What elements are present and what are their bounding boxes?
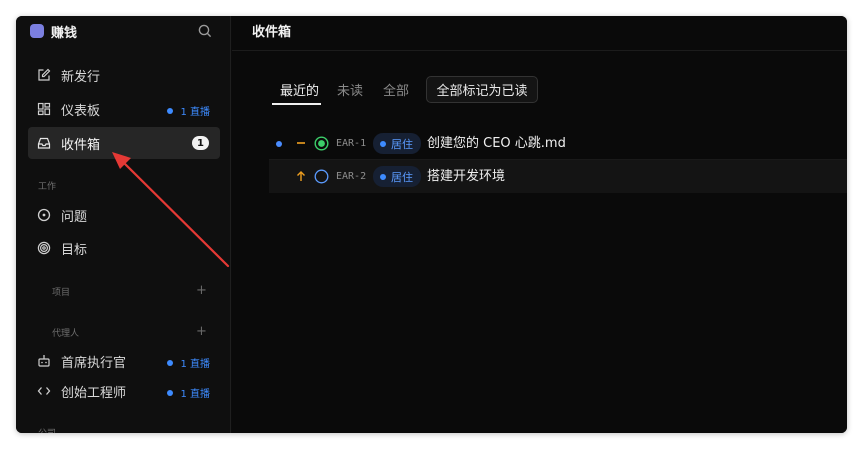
section-label-work: 工作	[38, 182, 57, 192]
sidebar: 赚钱 新发行 仪表板 1 直播 收件箱 1 工作 问题 目标 项目 + 代理人 …	[16, 16, 231, 433]
live-dot	[167, 389, 174, 396]
inbox-icon	[37, 136, 51, 150]
live-dot	[167, 359, 174, 366]
tab-recent[interactable]: 最近的	[280, 80, 319, 99]
app-window: 赚钱 新发行 仪表板 1 直播 收件箱 1 工作 问题 目标 项目 + 代理人 …	[16, 16, 847, 433]
code-icon	[37, 384, 51, 398]
sidebar-item-label: 问题	[61, 209, 88, 225]
sidebar-item-goals[interactable]: 目标	[28, 232, 220, 264]
live-badge-text: 1 直播	[180, 359, 210, 370]
status-in-progress-icon[interactable]	[314, 136, 329, 151]
sidebar-item-new-issue[interactable]: 新发行	[28, 59, 220, 91]
live-badge-text: 1 直播	[180, 389, 210, 400]
sidebar-item-label: 仪表板	[61, 103, 101, 119]
label-text: 居住	[391, 170, 413, 184]
sidebar-item-label: 创始工程师	[61, 385, 127, 401]
live-badge-text: 1 直播	[180, 107, 210, 118]
inbox-row[interactable]: EAR-1 居住 创建您的 CEO 心跳.md	[269, 127, 847, 160]
inbox-row[interactable]: EAR-2 居住 搭建开发环境	[269, 160, 847, 193]
issue-title[interactable]: 创建您的 CEO 心跳.md	[427, 135, 566, 152]
unread-dot	[276, 141, 282, 147]
workspace-logo	[30, 24, 44, 38]
header-divider	[232, 50, 847, 51]
sidebar-item-agent-engineer[interactable]: 创始工程师 1 直播	[28, 375, 220, 407]
mark-all-read-button[interactable]: 全部标记为已读	[426, 76, 538, 103]
live-dot	[167, 107, 174, 114]
issue-id: EAR-2	[336, 171, 367, 182]
label-dot	[380, 140, 386, 147]
section-label-projects: 项目	[52, 288, 71, 298]
add-project-button[interactable]: +	[196, 284, 207, 297]
workspace-name: 赚钱	[51, 25, 78, 41]
robot-icon	[37, 354, 51, 368]
section-label-company: 公司	[38, 426, 56, 433]
label-dot	[380, 173, 386, 180]
status-todo-icon[interactable]	[314, 169, 329, 184]
sidebar-item-issues[interactable]: 问题	[28, 199, 220, 231]
active-tab-indicator	[272, 103, 321, 105]
label-pill: 居住	[373, 133, 421, 154]
issue-id: EAR-1	[336, 138, 367, 149]
dashboard-grid-icon	[37, 102, 51, 116]
target-icon	[37, 241, 51, 255]
workspace-switcher[interactable]: 赚钱	[30, 23, 78, 41]
label-text: 居住	[391, 137, 413, 151]
priority-high-icon	[295, 168, 307, 184]
sidebar-item-label: 目标	[61, 242, 88, 258]
sidebar-item-label: 新发行	[61, 69, 101, 85]
priority-medium-icon	[295, 135, 307, 151]
tab-all[interactable]: 全部	[383, 80, 409, 99]
label-pill: 居住	[373, 166, 421, 187]
inbox-panel: 收件箱 最近的 未读 全部 全部标记为已读 EAR-1 居住 创建您的 CEO …	[232, 16, 847, 433]
sidebar-item-label: 收件箱	[61, 137, 101, 153]
page-title: 收件箱	[252, 24, 292, 40]
sidebar-item-dashboard[interactable]: 仪表板 1 直播	[28, 93, 220, 125]
issue-circle-icon	[37, 208, 51, 222]
sidebar-item-agent-ceo[interactable]: 首席执行官 1 直播	[28, 345, 220, 377]
issue-title[interactable]: 搭建开发环境	[427, 168, 505, 185]
live-badge: 1 直播	[167, 385, 210, 400]
add-agent-button[interactable]: +	[196, 325, 207, 338]
tab-unread[interactable]: 未读	[337, 80, 363, 99]
live-badge: 1 直播	[167, 103, 210, 118]
sidebar-item-label: 首席执行官	[61, 355, 127, 371]
inbox-count-badge: 1	[192, 136, 209, 150]
edit-icon	[37, 68, 51, 82]
sidebar-item-inbox[interactable]: 收件箱 1	[28, 127, 220, 159]
live-badge: 1 直播	[167, 355, 210, 370]
section-label-agents: 代理人	[52, 329, 80, 339]
search-icon[interactable]	[197, 23, 213, 39]
